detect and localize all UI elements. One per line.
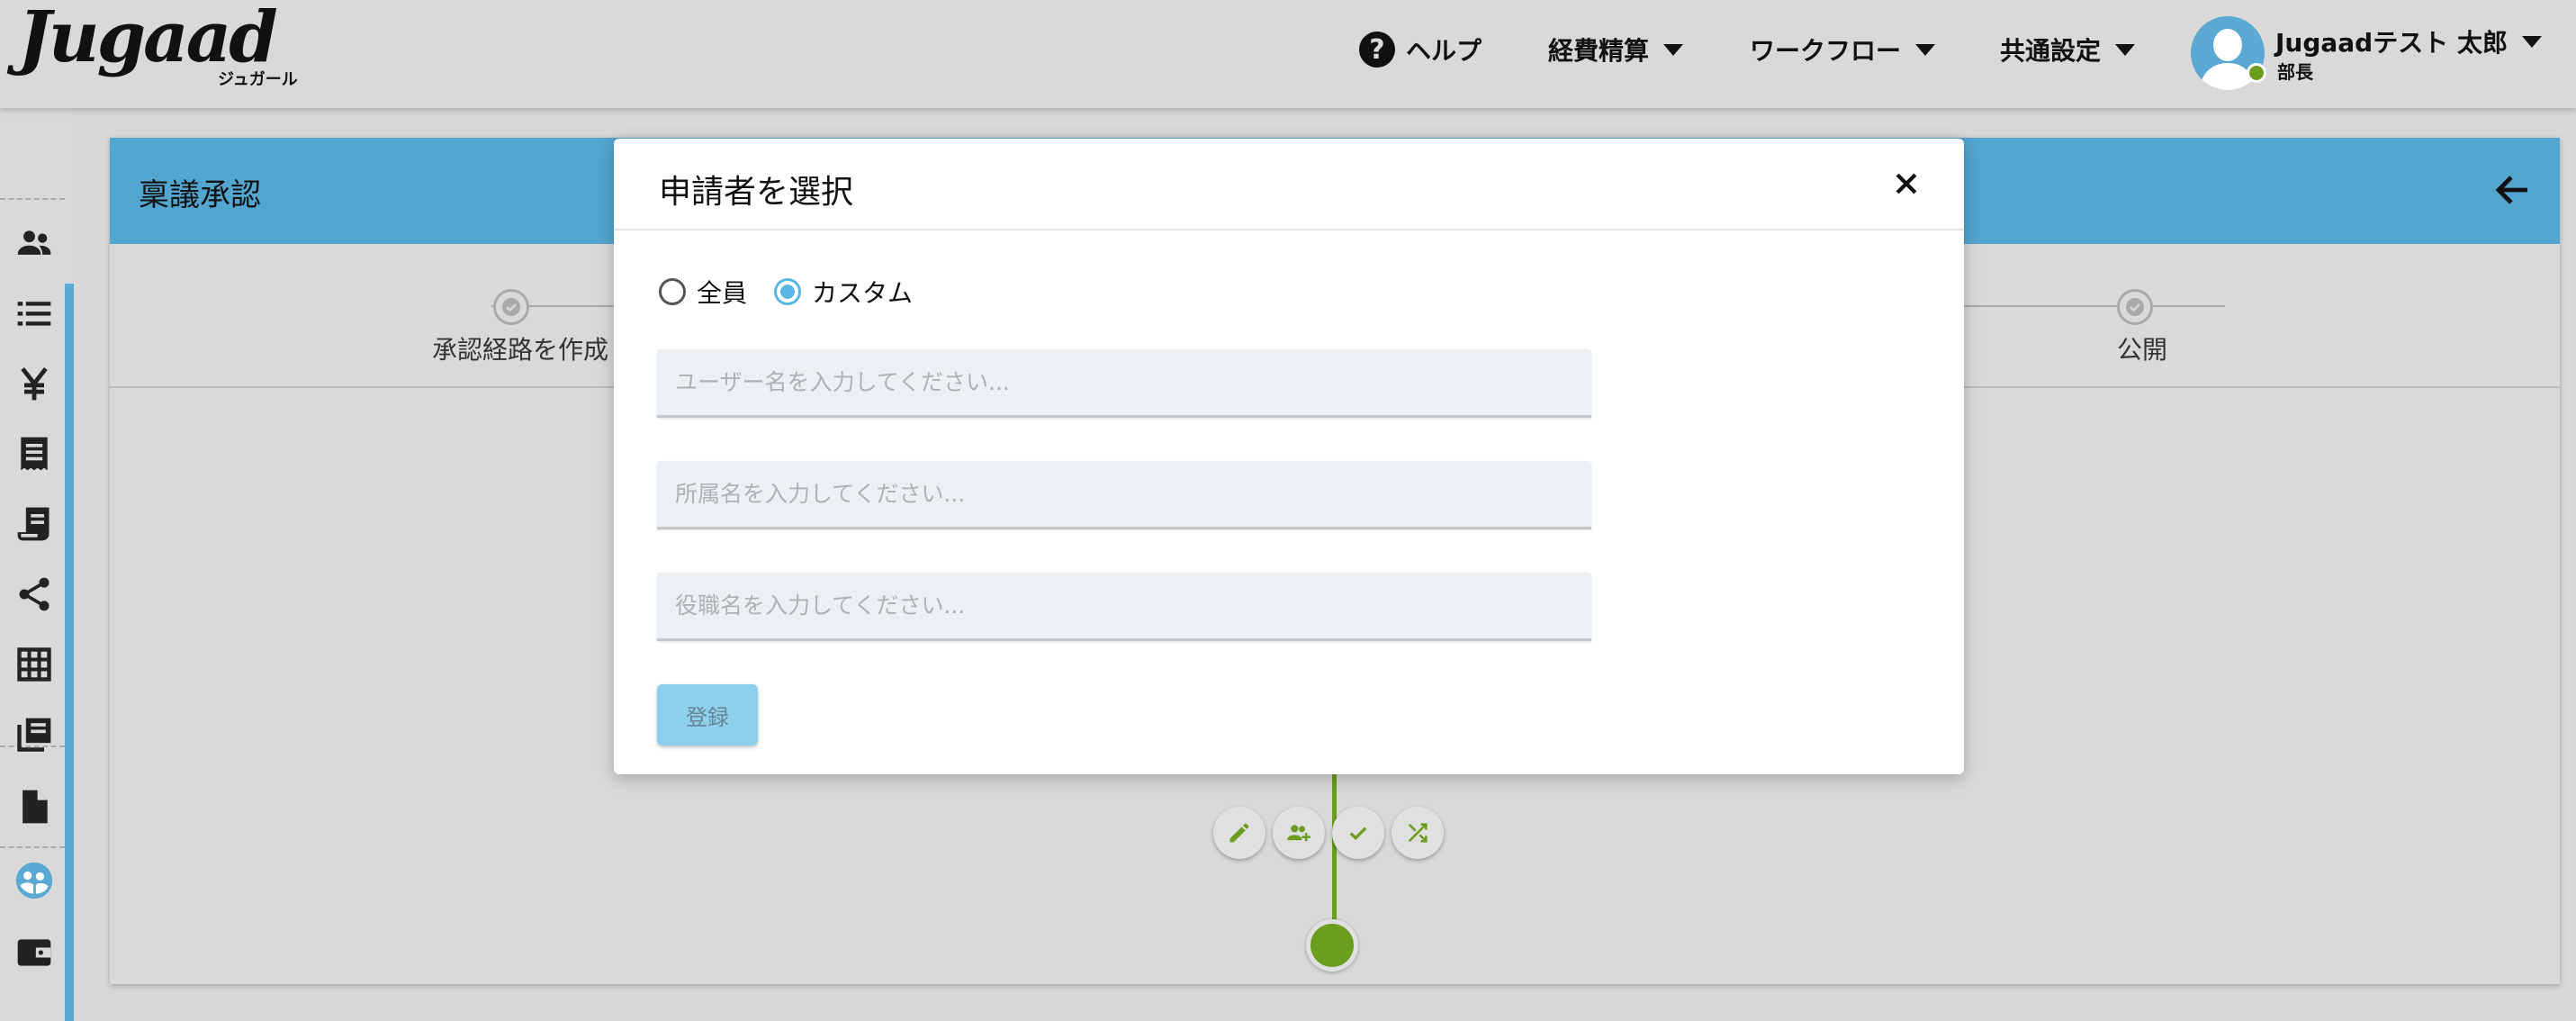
- caret-down-icon: [1663, 43, 1684, 56]
- nav-expense-label: 経費精算: [1548, 36, 1650, 66]
- nav-common-settings[interactable]: 共通設定: [2000, 27, 2136, 72]
- check-icon: [2126, 298, 2144, 316]
- position-input[interactable]: [657, 573, 1591, 638]
- radio-custom[interactable]: [774, 278, 802, 305]
- online-status-icon: [2247, 63, 2266, 83]
- sidebar-accent: [65, 284, 74, 1021]
- step-indicator-publish: [2117, 289, 2153, 325]
- list-icon[interactable]: [13, 292, 56, 335]
- back-arrow-icon[interactable]: [2491, 168, 2535, 212]
- step-label-create-route: 承認経路を作成: [432, 335, 609, 365]
- grid-icon[interactable]: [13, 643, 56, 686]
- logo-text: Jugaad: [18, 0, 278, 78]
- receipt-icon[interactable]: [13, 432, 56, 475]
- check-icon: [502, 298, 520, 316]
- step-label-publish: 公開: [2117, 335, 2168, 365]
- caret-down-icon: [2115, 43, 2136, 56]
- sidebar-divider: [0, 846, 65, 848]
- user-name-field-wrapper: [657, 349, 1591, 418]
- user-menu[interactable]: Jugaadテスト 太郎: [2275, 23, 2542, 59]
- caret-down-icon: [2521, 35, 2542, 48]
- add-user-button[interactable]: [1273, 807, 1325, 859]
- radio-all[interactable]: [659, 278, 686, 305]
- users-icon[interactable]: [13, 221, 56, 265]
- user-name: Jugaadテスト 太郎: [2275, 28, 2508, 58]
- applicant-scope-radio-group: 全員 カスタム: [659, 274, 940, 310]
- sidebar: [0, 108, 74, 1021]
- dialog-title: 申請者を選択: [659, 174, 854, 211]
- group-circle-icon[interactable]: [13, 859, 56, 902]
- top-header: Jugaad ジュガール ? ヘルプ 経費精算 ワークフロー 共通設定 Juga…: [0, 0, 2576, 108]
- nav-workflow-label: ワークフロー: [1750, 36, 1902, 66]
- check-icon: [1349, 827, 1367, 841]
- register-button[interactable]: 登録: [657, 684, 758, 745]
- dialog-divider: [614, 229, 1964, 230]
- sidebar-divider: [0, 198, 65, 200]
- nav-common-settings-label: 共通設定: [2000, 36, 2102, 66]
- flow-end-node[interactable]: [1306, 919, 1358, 971]
- logo[interactable]: Jugaad ジュガール: [18, 0, 298, 90]
- approve-button[interactable]: [1332, 807, 1384, 859]
- nav-help[interactable]: ? ヘルプ: [1359, 27, 1482, 72]
- logo-subtext: ジュガール: [218, 70, 298, 89]
- caret-down-icon: [1915, 43, 1936, 56]
- shuffle-icon: [1408, 823, 1428, 843]
- department-input[interactable]: [657, 461, 1591, 527]
- select-applicant-dialog: 申請者を選択 全員 カスタム 登録: [614, 139, 1964, 774]
- step-indicator-create-route: [493, 289, 529, 325]
- radio-custom-label[interactable]: カスタム: [812, 274, 913, 310]
- library-icon[interactable]: [13, 713, 56, 756]
- edit-step-button[interactable]: [1213, 807, 1265, 859]
- add-user-icon: [1287, 825, 1311, 842]
- file-icon[interactable]: [13, 785, 56, 828]
- close-button[interactable]: [1885, 162, 1928, 205]
- page-title: 稟議承認: [139, 177, 261, 213]
- user-role: 部長: [2277, 61, 2313, 83]
- shuffle-button[interactable]: [1392, 807, 1444, 859]
- step-connector: [1964, 305, 2225, 307]
- share-icon[interactable]: [13, 573, 56, 616]
- nav-expense[interactable]: 経費精算: [1548, 27, 1684, 72]
- yen-icon[interactable]: [13, 362, 56, 405]
- help-icon: ?: [1359, 32, 1395, 68]
- department-field-wrapper: [657, 461, 1591, 529]
- wallet-icon[interactable]: [13, 931, 56, 974]
- nav-workflow[interactable]: ワークフロー: [1750, 27, 1936, 72]
- document-receipt-icon[interactable]: [13, 502, 56, 546]
- radio-all-label[interactable]: 全員: [697, 274, 747, 310]
- nav-help-label: ヘルプ: [1406, 36, 1482, 66]
- position-field-wrapper: [657, 573, 1591, 641]
- edit-icon: [1229, 823, 1249, 843]
- user-name-input[interactable]: [657, 349, 1591, 415]
- close-icon: [1896, 173, 1917, 194]
